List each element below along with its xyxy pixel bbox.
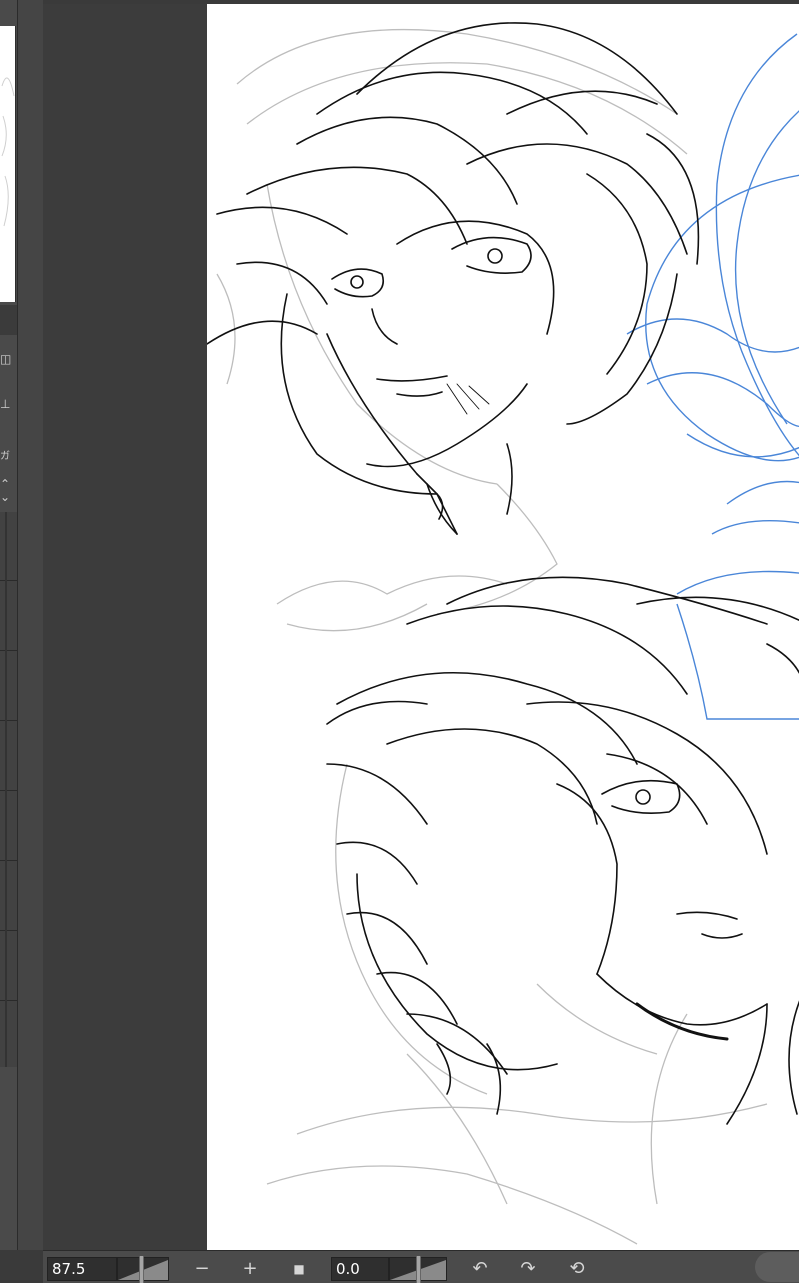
rotation-field[interactable]: 0.0: [331, 1257, 389, 1281]
layer-row[interactable]: [0, 650, 17, 651]
zoom-slider[interactable]: [117, 1256, 169, 1283]
minus-icon[interactable]: −: [189, 1256, 215, 1282]
layer-setting-icon[interactable]: ⊥: [0, 397, 17, 411]
canvas-area[interactable]: [43, 0, 799, 1250]
ink-head-upper: [207, 22, 700, 535]
rotation-slider[interactable]: [389, 1256, 447, 1283]
reset-rotation-icon[interactable]: ⟲: [564, 1256, 590, 1282]
layer-row[interactable]: [0, 1000, 17, 1001]
rotate-right-icon[interactable]: ↷: [515, 1256, 541, 1282]
square-icon[interactable]: ■: [286, 1256, 312, 1282]
chevron-up-icon[interactable]: ⌃: [0, 477, 17, 491]
navigator-preview[interactable]: [0, 26, 16, 302]
panel-divider: [0, 305, 17, 335]
left-panel: ◫ ⊥ ガ ⌃ ⌄: [0, 0, 18, 1250]
layer-row[interactable]: [0, 580, 17, 581]
rotate-left-icon[interactable]: ↶: [467, 1256, 493, 1282]
app-window: ◫ ⊥ ガ ⌃ ⌄ 87.5 − + ■ 0.0 ↶ ↷ ⟲: [0, 0, 799, 1283]
drawing-canvas[interactable]: [207, 4, 799, 1250]
ink-head-lower: [326, 576, 799, 1125]
scroll-pill[interactable]: [755, 1252, 799, 1282]
panel-gutter: [18, 0, 43, 1250]
layer-row[interactable]: [0, 720, 17, 721]
layer-row[interactable]: [0, 790, 17, 791]
chevron-down-icon[interactable]: ⌄: [0, 490, 17, 504]
layer-row[interactable]: [0, 930, 17, 931]
layer-row[interactable]: [0, 860, 17, 861]
plus-icon[interactable]: +: [237, 1256, 263, 1282]
layer-panel-icon[interactable]: ◫: [0, 352, 17, 366]
layer-list[interactable]: [0, 512, 17, 1067]
zoom-field[interactable]: 87.5: [47, 1257, 117, 1281]
status-bar: 87.5 − + ■ 0.0 ↶ ↷ ⟲: [43, 1250, 799, 1283]
layer-scrollbar[interactable]: [5, 512, 7, 1067]
zoom-slider-handle[interactable]: [139, 1256, 144, 1283]
blend-mode-label: ガ: [0, 451, 10, 462]
zoom-value: 87.5: [52, 1260, 86, 1278]
rotation-slider-handle[interactable]: [416, 1256, 421, 1283]
line-art-drawing: [207, 22, 799, 1245]
rotation-value: 0.0: [336, 1260, 360, 1278]
